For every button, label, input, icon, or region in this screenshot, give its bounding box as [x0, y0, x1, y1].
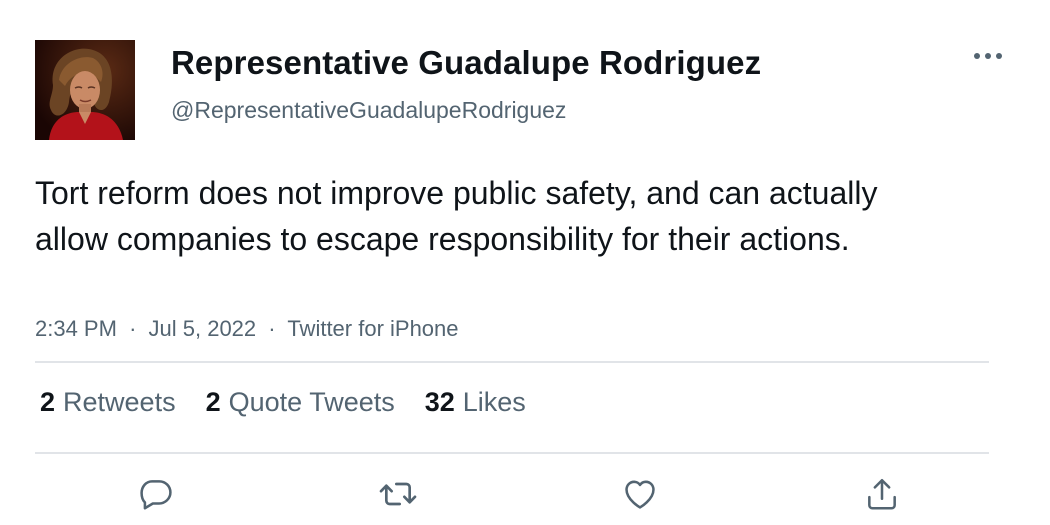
tweet-meta: 2:34 PM · Jul 5, 2022 · Twitter for iPho… [35, 316, 459, 342]
reply-icon [140, 480, 172, 510]
more-options-button[interactable] [968, 42, 1008, 70]
reply-button[interactable] [136, 474, 176, 514]
profile-photo [35, 40, 135, 140]
tweet-source[interactable]: Twitter for iPhone [287, 316, 458, 341]
retweets-count: 2 [40, 387, 56, 417]
quote-tweets-label: Quote Tweets [228, 387, 395, 417]
retweet-button[interactable] [378, 474, 418, 514]
quote-tweets-stat[interactable]: 2 Quote Tweets [206, 387, 395, 418]
retweet-icon [379, 482, 417, 506]
quote-tweets-count: 2 [205, 387, 221, 417]
tweet-time[interactable]: 2:34 PM [35, 316, 117, 341]
retweets-label: Retweets [63, 387, 176, 417]
like-button[interactable] [620, 474, 660, 514]
divider [35, 452, 989, 454]
tweet-text: Tort reform does not improve public safe… [35, 175, 878, 257]
heart-icon [625, 480, 655, 509]
meta-separator: · [268, 316, 276, 341]
avatar[interactable] [35, 40, 135, 140]
likes-stat[interactable]: 32 Likes [425, 387, 526, 418]
tweet-stats: 2 Retweets 2 Quote Tweets 32 Likes [40, 387, 556, 418]
share-button[interactable] [862, 474, 902, 514]
likes-count: 32 [424, 387, 455, 417]
divider [35, 361, 989, 363]
user-handle[interactable]: @RepresentativeGuadalupeRodriguez [171, 97, 566, 124]
display-name[interactable]: Representative Guadalupe Rodriguez [171, 44, 761, 82]
retweets-stat[interactable]: 2 Retweets [40, 387, 176, 418]
more-icon [974, 53, 1002, 59]
likes-label: Likes [462, 387, 526, 417]
tweet-date[interactable]: Jul 5, 2022 [149, 316, 257, 341]
meta-separator: · [129, 316, 137, 341]
tweet-detail: Representative Guadalupe Rodriguez @Repr… [0, 0, 1050, 525]
share-icon [868, 478, 896, 510]
